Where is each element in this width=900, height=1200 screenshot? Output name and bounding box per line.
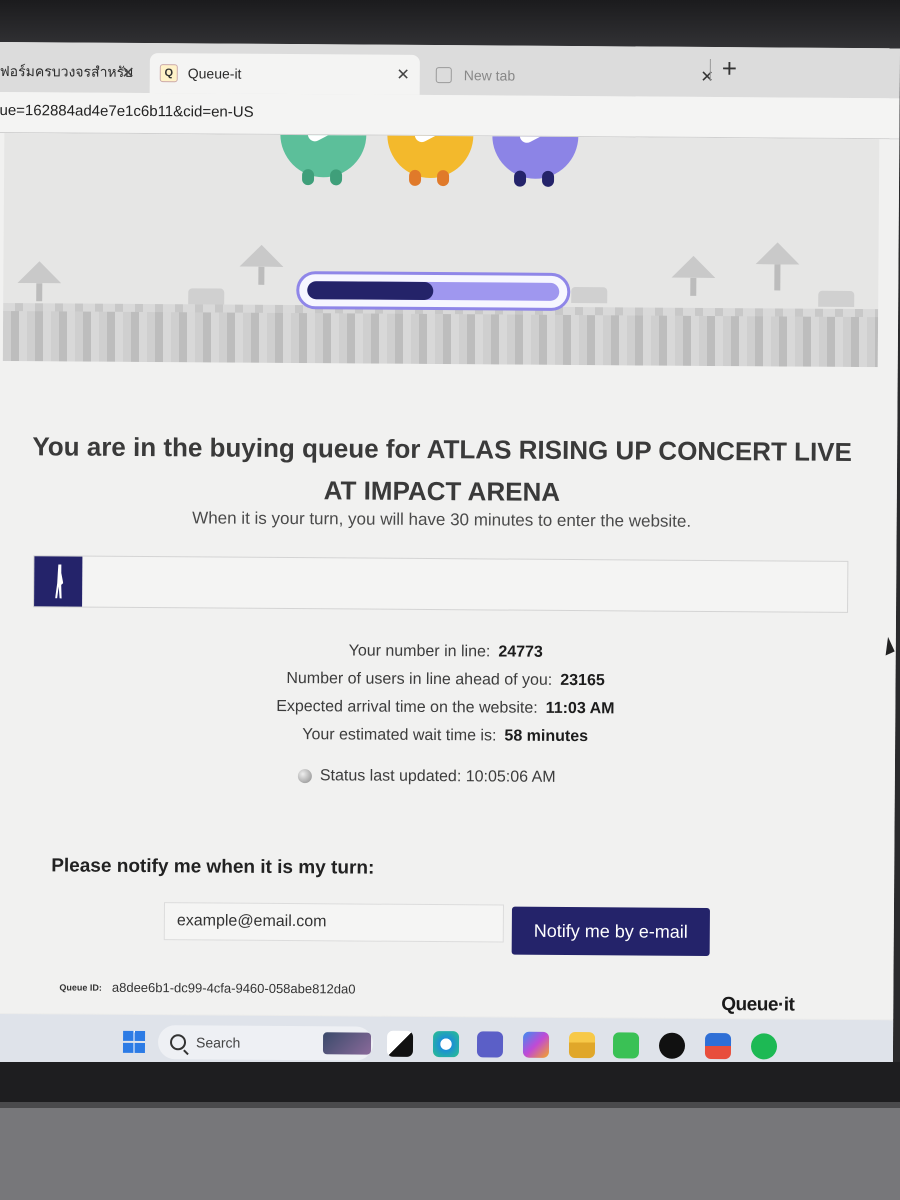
queue-banner — [2, 133, 880, 368]
notify-email-button[interactable]: Notify me by e-mail — [511, 906, 710, 956]
screen: ฟอร์มครบวงจรสำหรับ ✕ Q Queue-it ✕ New ta… — [0, 42, 900, 1079]
pixel-tree-icon — [17, 261, 61, 302]
queue-stats: Your number in line: 24773 Number of use… — [0, 635, 896, 753]
file-explorer-icon[interactable] — [568, 1031, 596, 1059]
address-bar[interactable]: ue=162884ad4e7e1c6b11&cid=en-US — [0, 91, 900, 140]
widget-image-icon[interactable] — [322, 1032, 372, 1055]
stat-value: 23165 — [560, 671, 605, 690]
purple-mascot-icon — [492, 133, 579, 197]
pixel-ground — [2, 311, 879, 368]
stat-label: Your estimated wait time is: — [302, 726, 497, 745]
x-app-icon[interactable] — [658, 1032, 686, 1059]
task-view-icon[interactable] — [386, 1030, 414, 1057]
pixel-tree-icon — [239, 245, 283, 285]
new-tab-plus-icon[interactable]: + — [722, 53, 737, 84]
tab-label: ฟอร์มครบวงจรสำหรับ — [0, 62, 134, 80]
queue-id-label: Queue ID: — [59, 981, 102, 993]
tab-queue-it[interactable]: Q Queue-it ✕ — [149, 53, 420, 95]
queue-it-favicon-icon: Q — [159, 64, 178, 83]
pixel-tree-icon — [671, 256, 715, 296]
queue-position-bar — [33, 555, 849, 613]
walking-person-icon — [34, 556, 83, 607]
queue-page: You are in the buying queue for ATLAS RI… — [0, 132, 900, 1020]
edge-icon[interactable] — [432, 1031, 460, 1058]
tab-new-tab[interactable]: New tab ✕ — [428, 55, 714, 97]
pixel-bush-icon — [818, 290, 855, 307]
windows-start-icon[interactable] — [122, 1030, 146, 1054]
search-icon — [169, 1034, 187, 1051]
stat-label: Your number in line: — [348, 642, 491, 661]
notify-heading: Please notify me when it is my turn: — [51, 855, 375, 879]
yellow-mascot-icon — [387, 133, 474, 196]
taskbar-search-label: Search — [195, 1034, 241, 1051]
microsoft-store-icon[interactable] — [704, 1032, 732, 1060]
queue-progress-bar — [296, 271, 571, 311]
monitor-bezel-bottom — [0, 1062, 900, 1200]
url-text[interactable]: ue=162884ad4e7e1c6b11&cid=en-US — [0, 102, 254, 121]
spotify-icon[interactable] — [750, 1033, 778, 1060]
stat-value: 58 minutes — [504, 727, 589, 746]
stat-value: 11:03 AM — [545, 699, 615, 718]
tab-divider — [709, 58, 711, 81]
email-field[interactable] — [163, 902, 504, 943]
tab-label: Queue-it — [187, 65, 242, 82]
queue-id: Queue ID: a8dee6b1-dc99-4cfa-9460-058abe… — [59, 979, 356, 997]
queue-title: You are in the buying queue for ATLAS RI… — [32, 431, 853, 507]
status-text: Status last updated: 10:05:06 AM — [319, 767, 556, 786]
new-tab-favicon-icon — [435, 67, 452, 84]
close-tab-icon[interactable]: ✕ — [396, 65, 410, 85]
line-app-icon[interactable] — [612, 1032, 640, 1059]
close-tab-icon[interactable]: ✕ — [700, 67, 714, 87]
stat-label: Number of users in line ahead of you: — [286, 670, 553, 689]
stat-label: Expected arrival time on the website: — [276, 697, 538, 717]
status-indicator-icon — [297, 769, 312, 784]
status-line: Status last updated: 10:05:06 AM — [297, 767, 556, 787]
queue-progress-fill — [307, 281, 434, 301]
stat-wait-time: Your estimated wait time is: 58 minutes — [0, 719, 895, 753]
queue-it-logo: Queue·it — [721, 994, 795, 1016]
pixel-bush-icon — [571, 286, 608, 304]
pixel-bush-icon — [188, 288, 225, 305]
browser-tab-strip: ฟอร์มครบวงจรสำหรับ ✕ Q Queue-it ✕ New ta… — [0, 42, 900, 99]
close-tab-icon[interactable]: ✕ — [121, 63, 135, 83]
queue-id-value: a8dee6b1-dc99-4cfa-9460-058abe812da0 — [111, 979, 356, 997]
green-mascot-icon — [280, 133, 367, 196]
stat-value: 24773 — [498, 643, 543, 661]
copilot-icon[interactable] — [522, 1031, 550, 1058]
teams-icon[interactable] — [476, 1031, 504, 1058]
tab-label: New tab — [463, 67, 516, 84]
tab-form[interactable]: ฟอร์มครบวงจรสำหรับ ✕ — [0, 52, 145, 93]
pixel-tree-icon — [755, 242, 799, 291]
